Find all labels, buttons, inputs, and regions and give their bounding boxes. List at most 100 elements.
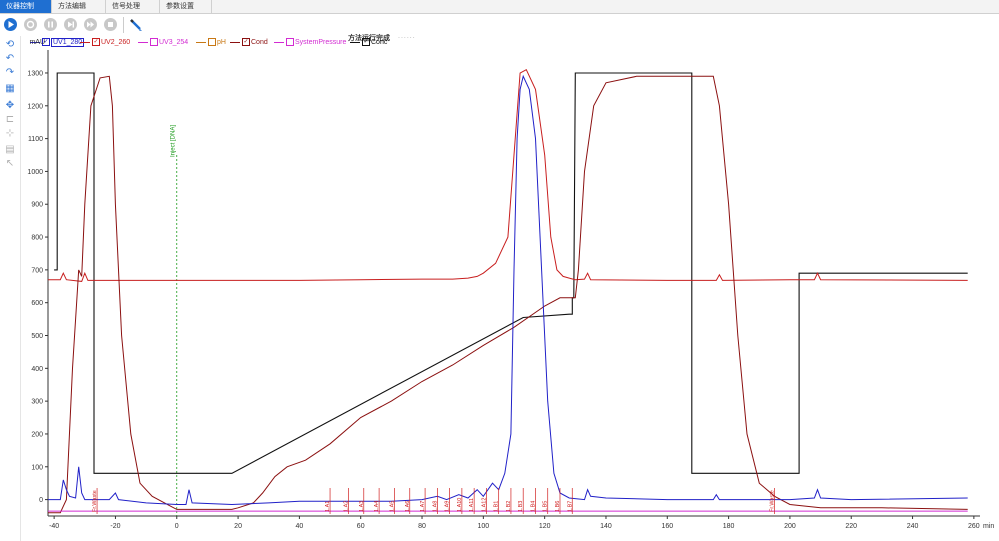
legend-item-cond[interactable]: ✓ Cond bbox=[230, 38, 268, 48]
legend-line bbox=[80, 41, 90, 43]
legend-line bbox=[274, 41, 284, 43]
chromatogram-chart[interactable]: 0100200300400500600700800900100011001200… bbox=[0, 0, 999, 541]
x-tick-label: 200 bbox=[784, 523, 796, 530]
tab-bar: 仪器控制✕ 方法编辑 信号处理 参数设置 bbox=[0, 0, 999, 24]
inject-marker-label: Inject [DNA] bbox=[171, 125, 177, 157]
legend-label: UV3_254 bbox=[159, 39, 189, 46]
tab-label: 信号处理 bbox=[112, 3, 140, 10]
legend-line bbox=[350, 41, 360, 43]
y-tick-label: 1000 bbox=[27, 169, 43, 176]
legend-checkbox[interactable]: ✓ bbox=[42, 38, 50, 47]
legend-item-ph[interactable]: pH bbox=[196, 38, 226, 48]
x-tick-label: 120 bbox=[539, 523, 551, 530]
x-tick-label: 180 bbox=[723, 523, 735, 530]
status-dots: ...... bbox=[398, 33, 416, 40]
pause-icon[interactable] bbox=[44, 18, 57, 31]
fraction-label: 1.A7 bbox=[420, 501, 426, 512]
series-line-cond bbox=[48, 75, 968, 514]
x-tick-label: -40 bbox=[49, 523, 59, 530]
y-tick-label: 300 bbox=[31, 399, 43, 406]
legend-label: UV2_260 bbox=[101, 39, 131, 46]
fraction-label: 1.A12 bbox=[481, 498, 487, 512]
chart-edit-icon[interactable]: ▤ bbox=[4, 144, 16, 156]
fraction-label: 1.A2 bbox=[343, 501, 349, 512]
y-tick-label: 0 bbox=[39, 497, 43, 504]
legend-line bbox=[138, 41, 148, 43]
x-tick-label: 100 bbox=[477, 523, 489, 530]
redo-icon[interactable]: ↷ bbox=[4, 67, 16, 79]
tab-parameter-settings[interactable]: 参数设置 bbox=[160, 0, 212, 13]
grid-icon[interactable]: ▦ bbox=[4, 83, 16, 95]
refresh-icon[interactable]: ⟲ bbox=[4, 39, 16, 51]
legend-item-uv2-260[interactable]: ✓ UV2_260 bbox=[80, 38, 130, 48]
fraction-label: 1.B5 bbox=[543, 501, 549, 512]
align-icon[interactable]: ⊏ bbox=[4, 114, 16, 126]
x-tick-label: 160 bbox=[661, 523, 673, 530]
y-tick-label: 1300 bbox=[27, 70, 43, 77]
legend-label: Conc bbox=[371, 39, 388, 46]
step-icon[interactable] bbox=[64, 18, 77, 31]
tab-label: 方法编辑 bbox=[58, 3, 86, 10]
legend-line bbox=[196, 41, 206, 43]
legend-item-uv3-254[interactable]: UV3_254 bbox=[138, 38, 188, 48]
sidebar: ⟲ ↶ ↷ ▦ ✥ ⊏ ⊹ ▤ ↖ bbox=[0, 36, 21, 541]
x-tick-label: -20 bbox=[110, 523, 120, 530]
move-icon[interactable]: ✥ bbox=[4, 100, 16, 112]
cursor-icon[interactable]: ↖ bbox=[4, 158, 16, 170]
pen-icon[interactable] bbox=[128, 17, 144, 33]
x-tick-label: 220 bbox=[845, 523, 857, 530]
undo-icon[interactable]: ↶ bbox=[4, 53, 16, 65]
fraction-label: 1.A8 bbox=[432, 501, 438, 512]
play-icon[interactable] bbox=[4, 18, 17, 31]
x-tick-label: 0 bbox=[175, 523, 179, 530]
skip-icon[interactable] bbox=[84, 18, 97, 31]
fraction-label: Fr.Waste bbox=[92, 490, 98, 512]
toolbar: 方法运行完成 ...... bbox=[0, 14, 999, 42]
fraction-label: 1.A11 bbox=[469, 498, 475, 512]
fraction-label: Fr.Waste bbox=[770, 490, 776, 512]
y-tick-label: 800 bbox=[31, 235, 43, 242]
tab-instrument-control[interactable]: 仪器控制✕ bbox=[0, 0, 52, 24]
split-icon[interactable]: ⊹ bbox=[4, 128, 16, 140]
legend-item-systempressure[interactable]: SystemPressure bbox=[274, 38, 346, 48]
fraction-label: 1.A5 bbox=[389, 501, 395, 512]
y-tick-label: 600 bbox=[31, 300, 43, 307]
legend-label: pH bbox=[217, 39, 226, 46]
legend-line bbox=[230, 41, 240, 43]
legend-checkbox[interactable] bbox=[208, 38, 216, 47]
legend-checkbox[interactable]: ✓ bbox=[242, 38, 250, 47]
y-tick-label: 100 bbox=[31, 464, 43, 471]
legend-item-conc[interactable]: ✓ Conc bbox=[350, 38, 387, 48]
stop-icon[interactable] bbox=[24, 18, 37, 31]
legend-checkbox[interactable]: ✓ bbox=[362, 38, 370, 47]
x-tick-label: 60 bbox=[357, 523, 365, 530]
x-tick-label: 140 bbox=[600, 523, 612, 530]
fraction-label: 1.B2 bbox=[506, 501, 512, 512]
fraction-label: 1.A4 bbox=[374, 501, 380, 512]
tab-signal-processing[interactable]: 信号处理 bbox=[106, 0, 160, 13]
fraction-label: 1.B1 bbox=[494, 501, 500, 512]
fraction-label: 1.A3 bbox=[359, 501, 365, 512]
fraction-label: 1.B7 bbox=[567, 501, 573, 512]
legend-checkbox[interactable]: ✓ bbox=[92, 38, 100, 47]
legend-item-uv1-280[interactable]: ✓ UV1_280 bbox=[30, 38, 85, 48]
y-tick-label: 400 bbox=[31, 366, 43, 373]
legend-label: Cond bbox=[251, 39, 268, 46]
fraction-label: 1.B6 bbox=[555, 501, 561, 512]
y-tick-label: 900 bbox=[31, 202, 43, 209]
fraction-label: 1.B4 bbox=[530, 501, 536, 512]
fraction-label: 1.A1 bbox=[325, 501, 331, 512]
x-tick-label: 40 bbox=[295, 523, 303, 530]
series-line-uv1-280 bbox=[48, 74, 968, 506]
fraction-label: 1.A10 bbox=[457, 498, 463, 512]
end-icon[interactable] bbox=[104, 18, 117, 31]
y-tick-label: 1100 bbox=[28, 136, 43, 143]
legend-checkbox[interactable] bbox=[286, 38, 294, 47]
toolbar-divider bbox=[123, 17, 124, 33]
legend-label: SystemPressure bbox=[295, 39, 347, 46]
legend-checkbox[interactable] bbox=[150, 38, 158, 47]
tab-method-edit[interactable]: 方法编辑 bbox=[52, 0, 106, 13]
legend-line bbox=[30, 41, 40, 43]
tab-label: 仪器控制 bbox=[6, 3, 34, 10]
y-tick-label: 1200 bbox=[27, 103, 43, 110]
